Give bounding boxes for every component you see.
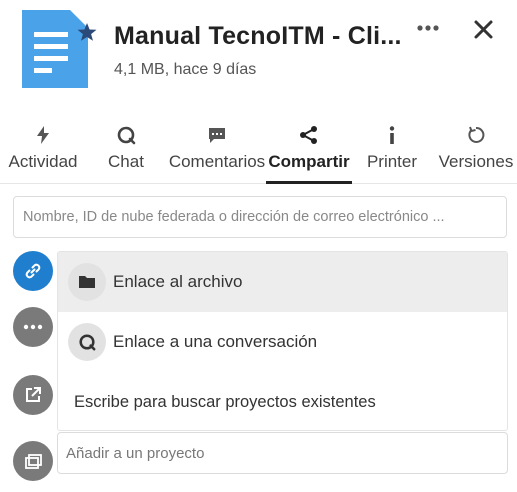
comment-icon	[207, 120, 227, 150]
tab-compartir[interactable]: Compartir	[266, 120, 352, 184]
more-horizontal-icon	[23, 324, 43, 330]
file-meta: 4,1 MB, hace 9 días	[114, 61, 257, 78]
chat-icon	[68, 323, 106, 361]
tab-label: Versiones	[438, 152, 514, 171]
document-icon	[22, 10, 100, 88]
more-options-button[interactable]	[414, 18, 442, 38]
share-link-button[interactable]	[13, 251, 53, 291]
active-tab-indicator	[266, 181, 352, 184]
projects-icon	[25, 454, 42, 469]
chat-icon	[116, 120, 136, 150]
history-icon	[466, 120, 486, 150]
tab-label: Comentarios	[168, 152, 266, 171]
menu-item-link-conversation[interactable]: Enlace a una conversación	[58, 312, 507, 372]
tab-label: Compartir	[268, 152, 350, 171]
tab-label: Printer	[366, 152, 418, 171]
menu-item-label: Enlace al archivo	[113, 272, 243, 291]
menu-item-label: Escribe para buscar proyectos existentes	[74, 392, 376, 411]
sidebar-tabs: Actividad Chat Comentarios Compartir Pri…	[0, 120, 517, 184]
add-to-project-input[interactable]	[57, 432, 508, 474]
file-header: Manual TecnoITM - Cli... 4,1 MB, hace 9 …	[114, 22, 402, 79]
project-link-menu: Enlace al archivo Enlace a una conversac…	[57, 251, 508, 431]
tab-label: Actividad	[8, 152, 78, 171]
close-icon	[474, 20, 493, 39]
info-icon	[387, 120, 397, 150]
tab-label: Chat	[108, 152, 144, 171]
tab-chat[interactable]: Chat	[104, 120, 148, 184]
menu-item-search-projects[interactable]: Escribe para buscar proyectos existentes	[58, 372, 507, 432]
more-share-options-button[interactable]	[13, 307, 53, 347]
projects-button[interactable]	[13, 441, 53, 481]
external-share-button[interactable]	[13, 375, 53, 415]
folder-icon	[68, 263, 106, 301]
tab-versiones[interactable]: Versiones	[438, 120, 514, 184]
external-link-icon	[26, 387, 41, 402]
share-icon	[299, 120, 319, 150]
menu-item-link-file[interactable]: Enlace al archivo	[58, 252, 507, 312]
menu-item-label: Enlace a una conversación	[113, 332, 318, 351]
link-icon	[25, 263, 41, 279]
tab-printer[interactable]: Printer	[364, 120, 420, 184]
share-search-input[interactable]	[13, 196, 507, 238]
file-title[interactable]: Manual TecnoITM - Cli...	[114, 22, 402, 51]
more-horizontal-icon	[417, 25, 439, 31]
tab-comentarios[interactable]: Comentarios	[166, 120, 268, 184]
close-button[interactable]	[470, 16, 498, 44]
tab-actividad[interactable]: Actividad	[6, 120, 80, 184]
bolt-icon	[35, 120, 51, 150]
